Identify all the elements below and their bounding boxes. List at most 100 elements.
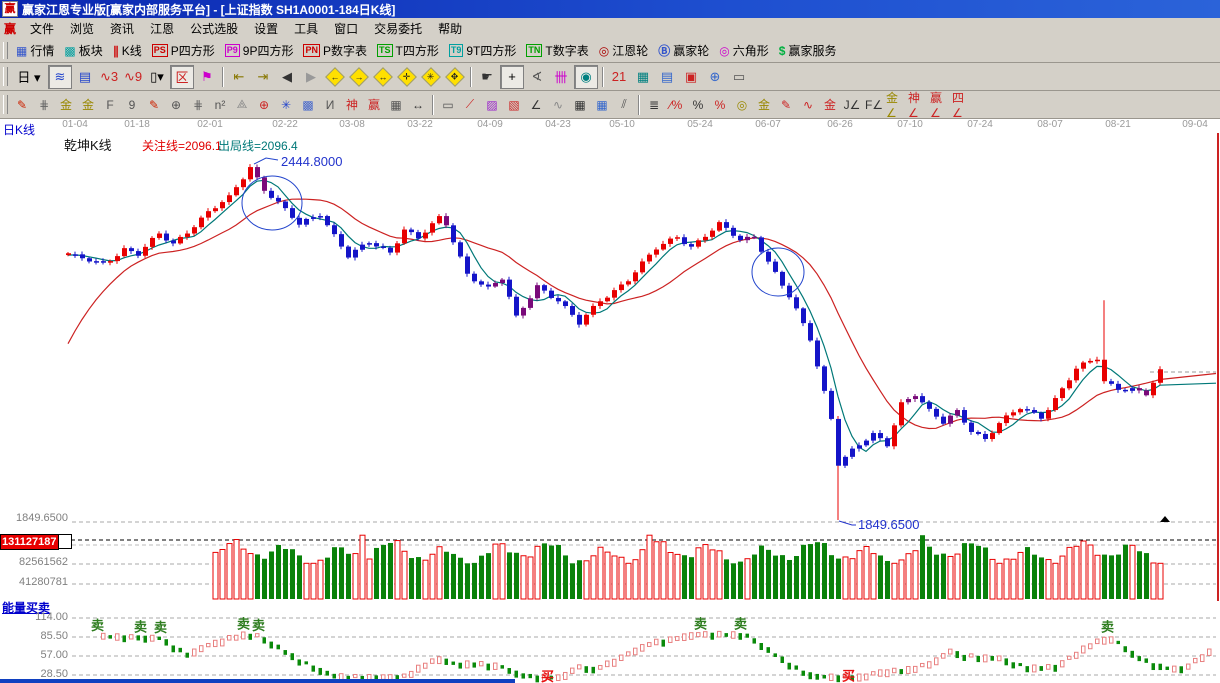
first-page-button[interactable]: ⇤ xyxy=(228,66,250,88)
period-label[interactable]: 日K线 xyxy=(3,121,35,138)
toolbar-grip[interactable] xyxy=(3,67,8,86)
chart-area[interactable]: 2444.80001849.6500卖卖卖卖卖卖卖卖买买 日K线 乾坤K线 关注… xyxy=(0,131,1220,683)
menu-item-浏览[interactable]: 浏览 xyxy=(62,18,102,39)
t-number-button[interactable]: TNT数字表 xyxy=(521,40,593,62)
draw-shen-angle-button[interactable]: 神∠ xyxy=(908,95,928,115)
mdi-child-icon[interactable]: 赢 xyxy=(4,20,16,37)
p9-square-button[interactable]: P99P四方形 xyxy=(220,40,299,62)
draw-zigzag-button[interactable]: ∿ xyxy=(548,95,568,115)
menu-item-设置[interactable]: 设置 xyxy=(246,18,286,39)
menu-item-工具[interactable]: 工具 xyxy=(286,18,326,39)
draw-pct-button[interactable]: % xyxy=(688,95,708,115)
draw-gold-grid-button[interactable]: 金 xyxy=(56,95,76,115)
toolbar-grip[interactable] xyxy=(3,42,8,58)
menu-item-窗口[interactable]: 窗口 xyxy=(326,18,366,39)
info-doc-button[interactable]: ▤ xyxy=(74,66,96,88)
prev-button[interactable]: ◀ xyxy=(276,66,298,88)
last-page-button[interactable]: ⇥ xyxy=(252,66,274,88)
winner-service-button[interactable]: $赢家服务 xyxy=(774,40,842,62)
draw-ying-button[interactable]: 赢 xyxy=(364,95,384,115)
gann-tool-button[interactable]: 卌 xyxy=(550,66,572,88)
draw-fan-purple-button[interactable]: ▨ xyxy=(482,95,502,115)
draw-f-grid-button[interactable]: F xyxy=(100,95,120,115)
draw-pct-line-button[interactable]: ∕% xyxy=(666,95,686,115)
draw-gold-circle-button[interactable]: ◎ xyxy=(732,95,752,115)
toolbar-grip[interactable] xyxy=(3,95,8,114)
t-square-button[interactable]: TST四方形 xyxy=(372,40,444,62)
t9-square-button[interactable]: T99T四方形 xyxy=(444,40,522,62)
angle-tool-button[interactable]: ∢ xyxy=(526,66,548,88)
draw-lines-button[interactable]: ∠ xyxy=(526,95,546,115)
hexagon-button[interactable]: ◎六角形 xyxy=(714,40,774,62)
draw-nine-grid-button[interactable]: 9 xyxy=(122,95,142,115)
draw-gold-angle-button[interactable]: 金∠ xyxy=(886,95,906,115)
network-button[interactable]: ⊕ xyxy=(704,66,726,88)
diamond-hswap-button[interactable]: ↔ xyxy=(372,66,394,88)
flag-chart-button[interactable]: ⚑ xyxy=(196,66,218,88)
draw-wave-button[interactable]: И xyxy=(320,95,340,115)
draw-shen-button[interactable]: 神 xyxy=(342,95,362,115)
save-button[interactable]: ▣ xyxy=(680,66,702,88)
draw-grid123-button[interactable]: ▦ xyxy=(386,95,406,115)
draw-j-angle-button[interactable]: J∠ xyxy=(842,95,862,115)
draw-gold-grid2-button[interactable]: 金 xyxy=(78,95,98,115)
diamond-right-button[interactable]: → xyxy=(348,66,370,88)
diamond-star-button[interactable]: ✳ xyxy=(420,66,442,88)
compress-view-button[interactable]: ≋ xyxy=(48,65,72,89)
hand-tool-button[interactable]: ☛ xyxy=(476,66,498,88)
brain-tool-button[interactable]: ◉ xyxy=(574,65,598,89)
qiankun-pattern-button[interactable]: 区 xyxy=(170,65,194,89)
draw-f-angle-button[interactable]: F∠ xyxy=(864,95,884,115)
draw-pen-button[interactable]: ✎ xyxy=(12,95,32,115)
draw-rays-button[interactable]: ⟋ xyxy=(460,95,480,115)
wave9-button[interactable]: ∿9 xyxy=(122,66,144,88)
calendar-button[interactable]: 21 xyxy=(608,66,630,88)
sectors-button[interactable]: ▩板块 xyxy=(59,40,107,62)
draw-darkgrid-button[interactable]: ▦ xyxy=(570,95,590,115)
menu-item-资讯[interactable]: 资讯 xyxy=(102,18,142,39)
draw-bluegrid-button[interactable]: ▩ xyxy=(298,95,318,115)
diamond-left-button[interactable]: ← xyxy=(324,66,346,88)
draw-gold-bar-button[interactable]: 金 xyxy=(754,95,774,115)
diamond-cross-button[interactable]: ✛ xyxy=(396,66,418,88)
crosshair-tool-button[interactable]: + xyxy=(500,65,524,89)
menu-item-帮助[interactable]: 帮助 xyxy=(430,18,470,39)
draw-target-button[interactable]: ⊕ xyxy=(254,95,274,115)
draw-gold-red-button[interactable]: 金 xyxy=(820,95,840,115)
draw-width-button[interactable]: ↔ xyxy=(408,95,428,115)
gann-wheel-button[interactable]: ◎江恩轮 xyxy=(594,40,654,62)
notes-button[interactable]: ▤ xyxy=(656,66,678,88)
next-button[interactable]: ▶ xyxy=(300,66,322,88)
period-day-dropdown[interactable]: 日 ▾ xyxy=(12,66,46,88)
menu-item-交易委托[interactable]: 交易委托 xyxy=(366,18,430,39)
p-square-button[interactable]: PSP四方形 xyxy=(147,40,220,62)
draw-grid2-button[interactable]: ⋕ xyxy=(188,95,208,115)
draw-pct-red-button[interactable]: % xyxy=(710,95,730,115)
candle-style-dropdown[interactable]: ▯▾ xyxy=(146,66,168,88)
draw-wave-red-button[interactable]: ∿ xyxy=(798,95,818,115)
calculator-button[interactable]: ▦ xyxy=(632,66,654,88)
draw-n2-button[interactable]: n² xyxy=(210,95,230,115)
draw-star-button[interactable]: ✳ xyxy=(276,95,296,115)
draw-circle-grid-button[interactable]: ⊕ xyxy=(166,95,186,115)
kline-chart[interactable]: 2444.80001849.6500卖卖卖卖卖卖卖卖买买 xyxy=(0,131,1220,683)
draw-parallel-button[interactable]: ⫽ xyxy=(614,95,634,115)
draw-scale-button[interactable]: ≣ xyxy=(644,95,664,115)
draw-si-angle-button[interactable]: 四∠ xyxy=(952,95,972,115)
menu-item-公式选股[interactable]: 公式选股 xyxy=(182,18,246,39)
draw-ying-angle-button[interactable]: 赢∠ xyxy=(930,95,950,115)
draw-marker-button[interactable]: ✎ xyxy=(776,95,796,115)
menu-item-江恩[interactable]: 江恩 xyxy=(142,18,182,39)
draw-gridarrow-button[interactable]: ▦ xyxy=(592,95,612,115)
draw-pen2-button[interactable]: ✎ xyxy=(144,95,164,115)
kline-button[interactable]: ∥K线 xyxy=(108,40,147,62)
winner-wheel-button[interactable]: Ⓑ赢家轮 xyxy=(653,40,714,62)
draw-box-button[interactable]: ▭ xyxy=(438,95,458,115)
menu-item-文件[interactable]: 文件 xyxy=(22,18,62,39)
wave3-button[interactable]: ∿3 xyxy=(98,66,120,88)
draw-angle-button[interactable]: ⟁ xyxy=(232,95,252,115)
diamond-move-button[interactable]: ✥ xyxy=(444,66,466,88)
print-button[interactable]: ▭ xyxy=(728,66,750,88)
quotes-button[interactable]: ▦行情 xyxy=(11,40,59,62)
draw-grid-button[interactable]: ⋕ xyxy=(34,95,54,115)
